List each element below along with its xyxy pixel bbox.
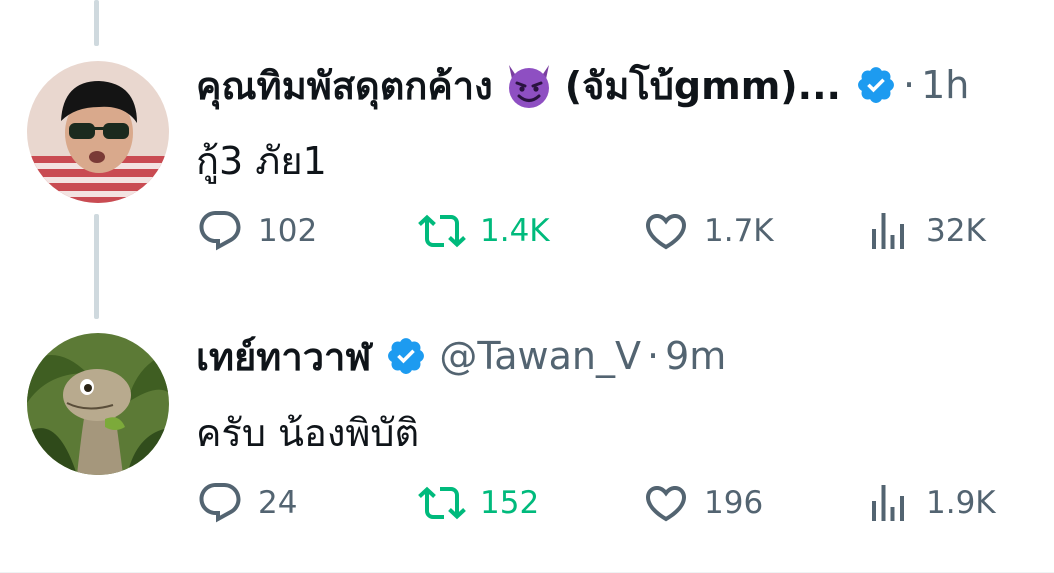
view-count: 32K bbox=[926, 213, 986, 249]
like-button[interactable]: 1.7K bbox=[642, 206, 774, 256]
tweet-text: กู้3 ภัย1 bbox=[196, 139, 327, 183]
retweet-button[interactable]: 1.4K bbox=[418, 206, 550, 256]
tweet-header: เทย์ทาวาฬ @Tawan_V · 9m bbox=[196, 326, 1054, 386]
avatar[interactable] bbox=[27, 61, 169, 203]
views-chart-icon bbox=[872, 213, 904, 249]
like-button[interactable]: 196 bbox=[642, 478, 763, 528]
tweet-timestamp[interactable]: 1h bbox=[921, 63, 969, 107]
display-name[interactable]: เทย์ทาวาฬ bbox=[196, 326, 371, 386]
retweet-count: 1.4K bbox=[480, 213, 550, 249]
retweet-icon bbox=[418, 486, 466, 520]
reply-count: 24 bbox=[258, 485, 298, 521]
separator-dot: · bbox=[647, 334, 660, 378]
display-name[interactable]: คุณทิมพัสดุตกค้าง bbox=[196, 55, 493, 115]
views-chart-icon bbox=[872, 485, 904, 521]
user-handle[interactable]: @Tawan_V bbox=[439, 334, 641, 378]
like-count: 1.7K bbox=[704, 213, 774, 249]
reply-icon bbox=[199, 483, 241, 523]
tweet[interactable]: เทย์ทาวาฬ @Tawan_V · 9m ครับ น้องพิบัติ … bbox=[0, 290, 1054, 573]
tweet[interactable]: คุณทิมพัสดุตกค้าง (จัมโบ้gmm)... · 1h กู… bbox=[0, 0, 1054, 290]
view-count: 1.9K bbox=[926, 485, 996, 521]
avatar[interactable] bbox=[27, 333, 169, 475]
like-count: 196 bbox=[704, 485, 764, 521]
reply-button[interactable]: 102 bbox=[196, 206, 317, 256]
tweet-header: คุณทิมพัสดุตกค้าง (จัมโบ้gmm)... · 1h bbox=[196, 55, 1054, 115]
separator-dot: · bbox=[902, 63, 916, 107]
verified-badge-icon bbox=[855, 64, 897, 106]
retweet-count: 152 bbox=[480, 485, 540, 521]
retweet-button[interactable]: 152 bbox=[418, 478, 539, 528]
views-button[interactable]: 32K bbox=[864, 206, 986, 256]
reply-icon bbox=[199, 211, 241, 251]
display-name-suffix[interactable]: (จัมโบ้gmm)... bbox=[565, 55, 841, 115]
reply-button[interactable]: 24 bbox=[196, 478, 297, 528]
retweet-icon bbox=[418, 214, 466, 248]
tweet-timestamp[interactable]: 9m bbox=[665, 334, 726, 378]
heart-icon bbox=[645, 214, 687, 250]
verified-badge-icon bbox=[385, 335, 427, 377]
tweet-actions: 102 1.4K 1.7K 32K bbox=[196, 206, 1054, 256]
reply-count: 102 bbox=[258, 213, 318, 249]
tweet-text: ครับ น้องพิบัติ bbox=[196, 411, 420, 455]
heart-icon bbox=[645, 486, 687, 522]
views-button[interactable]: 1.9K bbox=[864, 478, 996, 528]
tweet-actions: 24 152 196 1.9K bbox=[196, 478, 1054, 528]
smiling-face-with-horns-icon bbox=[503, 59, 555, 111]
